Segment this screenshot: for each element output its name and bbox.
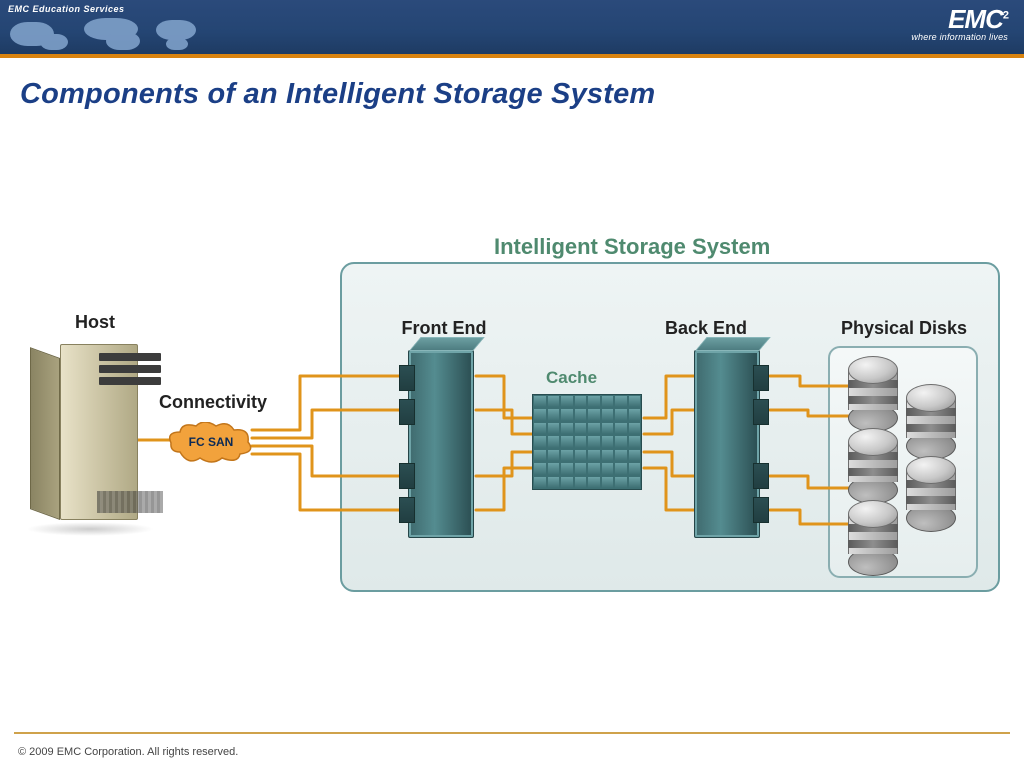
- front-end-module-icon: [408, 350, 474, 538]
- slide-stage: Components of an Intelligent Storage Sys…: [0, 58, 1024, 728]
- emc-logo-exponent: 2: [1003, 9, 1008, 21]
- disk-stack-icon: [906, 456, 956, 526]
- brand-right: EMC2 where information lives: [911, 6, 1008, 42]
- host-computer-icon: [30, 344, 130, 544]
- footer-copyright: © 2009 EMC Corporation. All rights reser…: [18, 746, 238, 758]
- disk-stack-icon: [848, 500, 898, 570]
- world-map-icon: [6, 14, 206, 54]
- disk-stack-icon: [848, 356, 898, 426]
- brand-left-label: EMC Education Services: [8, 4, 125, 14]
- footer-divider: [14, 732, 1010, 734]
- back-end-module-icon: [694, 350, 760, 538]
- san-cloud-icon: FC SAN: [168, 422, 254, 464]
- disk-stack-icon: [906, 384, 956, 454]
- disk-stack-icon: [848, 428, 898, 498]
- header-banner: EMC Education Services EMC2 where inform…: [0, 0, 1024, 58]
- cache-icon: [532, 394, 642, 490]
- emc-logo-text: EMC: [948, 4, 1003, 34]
- san-cloud-label: FC SAN: [168, 435, 254, 449]
- emc-logo: EMC2: [911, 6, 1008, 32]
